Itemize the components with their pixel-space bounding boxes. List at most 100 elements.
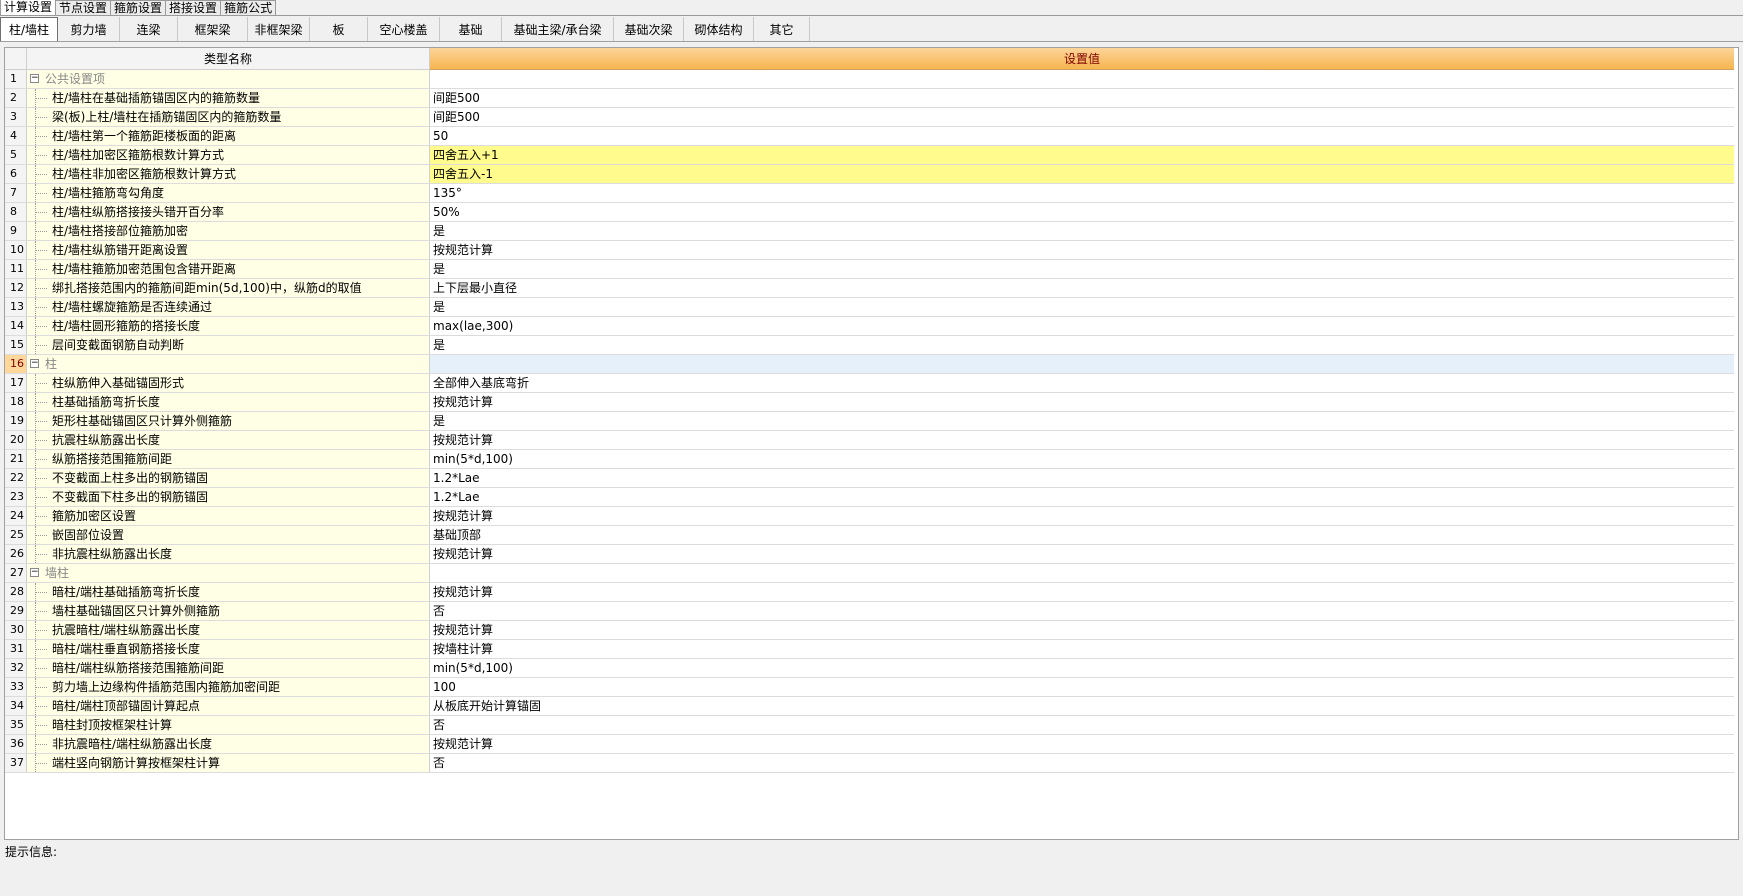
table-row[interactable]: 17 柱纵筋伸入基础锚固形式 全部伸入基底弯折 — [5, 374, 1734, 393]
collapse-icon[interactable]: − — [30, 74, 39, 83]
table-row[interactable]: 3 梁(板)上柱/墙柱在插筋锚固区内的箍筋数量 间距500 — [5, 108, 1734, 127]
setting-name-cell: 不变截面上柱多出的钢筋锚固 — [27, 469, 430, 487]
setting-name-cell: 暗柱/端柱基础插筋弯折长度 — [27, 583, 430, 601]
table-row[interactable]: 36 非抗震暗柱/端柱纵筋露出长度 按规范计算 — [5, 735, 1734, 754]
setting-value-cell[interactable]: 50% — [430, 203, 1734, 221]
setting-value-cell[interactable]: 基础顶部 — [430, 526, 1734, 544]
top-tab[interactable]: 箍筋公式 — [220, 0, 277, 15]
setting-value-cell[interactable]: 按规范计算 — [430, 735, 1734, 753]
table-row[interactable]: 13 柱/墙柱螺旋箍筋是否连续通过 是 — [5, 298, 1734, 317]
collapse-icon[interactable]: − — [30, 568, 39, 577]
setting-value-cell[interactable] — [430, 355, 1734, 373]
setting-value-cell[interactable]: 按墙柱计算 — [430, 640, 1734, 658]
table-row[interactable]: 29 墙柱基础锚固区只计算外侧箍筋 否 — [5, 602, 1734, 621]
setting-value-cell[interactable]: 是 — [430, 298, 1734, 316]
group-row[interactable]: 1− 公共设置项 — [5, 70, 1734, 89]
table-row[interactable]: 35 暗柱封顶按框架柱计算 否 — [5, 716, 1734, 735]
table-row[interactable]: 6 柱/墙柱非加密区箍筋根数计算方式 四舍五入-1 — [5, 165, 1734, 184]
setting-value-cell[interactable]: 按规范计算 — [430, 241, 1734, 259]
setting-value-cell[interactable]: 从板底开始计算锚固 — [430, 697, 1734, 715]
setting-value-cell[interactable]: 全部伸入基底弯折 — [430, 374, 1734, 392]
category-tab[interactable]: 其它 — [754, 17, 810, 41]
top-tab[interactable]: 计算设置 — [0, 0, 57, 15]
category-tab[interactable]: 框架梁 — [178, 17, 248, 41]
setting-value-cell[interactable]: 按规范计算 — [430, 545, 1734, 563]
table-row[interactable]: 23 不变截面下柱多出的钢筋锚固 1.2*Lae — [5, 488, 1734, 507]
setting-value-cell[interactable]: 50 — [430, 127, 1734, 145]
category-tab[interactable]: 基础主梁/承台梁 — [502, 17, 614, 41]
setting-value-cell[interactable]: 四舍五入-1 — [430, 165, 1734, 183]
table-row[interactable]: 26 非抗震柱纵筋露出长度 按规范计算 — [5, 545, 1734, 564]
setting-value-cell[interactable] — [430, 564, 1734, 582]
setting-value-cell[interactable]: 按规范计算 — [430, 431, 1734, 449]
setting-value-cell[interactable]: 间距500 — [430, 89, 1734, 107]
table-row[interactable]: 7 柱/墙柱箍筋弯勾角度 135° — [5, 184, 1734, 203]
table-row[interactable]: 8 柱/墙柱纵筋搭接接头错开百分率 50% — [5, 203, 1734, 222]
table-row[interactable]: 10 柱/墙柱纵筋错开距离设置 按规范计算 — [5, 241, 1734, 260]
setting-value-cell[interactable]: 上下层最小直径 — [430, 279, 1734, 297]
setting-value-cell[interactable]: 1.2*Lae — [430, 488, 1734, 506]
setting-value-cell[interactable]: 按规范计算 — [430, 621, 1734, 639]
group-row[interactable]: 16− 柱 — [5, 355, 1734, 374]
category-tab[interactable]: 非框架梁 — [248, 17, 310, 41]
category-tab[interactable]: 连梁 — [120, 17, 178, 41]
table-row[interactable]: 19 矩形柱基础锚固区只计算外侧箍筋 是 — [5, 412, 1734, 431]
setting-value-cell[interactable]: 是 — [430, 260, 1734, 278]
category-tab[interactable]: 空心楼盖 — [368, 17, 440, 41]
row-number: 33 — [5, 678, 27, 696]
setting-value-cell[interactable]: 是 — [430, 412, 1734, 430]
top-tab[interactable]: 搭接设置 — [165, 0, 222, 15]
setting-value-cell[interactable]: max(lae,300) — [430, 317, 1734, 335]
setting-value-cell[interactable]: 间距500 — [430, 108, 1734, 126]
category-tab[interactable]: 板 — [310, 17, 368, 41]
setting-value-cell[interactable]: 是 — [430, 222, 1734, 240]
table-row[interactable]: 11 柱/墙柱箍筋加密范围包含错开距离 是 — [5, 260, 1734, 279]
table-row[interactable]: 37 端柱竖向钢筋计算按框架柱计算 否 — [5, 754, 1734, 773]
table-row[interactable]: 28 暗柱/端柱基础插筋弯折长度 按规范计算 — [5, 583, 1734, 602]
setting-value-cell[interactable]: 四舍五入+1 — [430, 146, 1734, 164]
table-row[interactable]: 4 柱/墙柱第一个箍筋距楼板面的距离 50 — [5, 127, 1734, 146]
table-row[interactable]: 31 暗柱/端柱垂直钢筋搭接长度 按墙柱计算 — [5, 640, 1734, 659]
setting-value-cell[interactable]: 按规范计算 — [430, 393, 1734, 411]
top-tab[interactable]: 节点设置 — [55, 0, 112, 15]
setting-value-cell[interactable]: 135° — [430, 184, 1734, 202]
category-tab[interactable]: 基础 — [440, 17, 502, 41]
category-tab[interactable]: 基础次梁 — [614, 17, 684, 41]
table-row[interactable]: 20 抗震柱纵筋露出长度 按规范计算 — [5, 431, 1734, 450]
table-row[interactable]: 14 柱/墙柱圆形箍筋的搭接长度 max(lae,300) — [5, 317, 1734, 336]
table-row[interactable]: 15 层间变截面钢筋自动判断 是 — [5, 336, 1734, 355]
category-tab[interactable]: 柱/墙柱 — [0, 17, 58, 41]
table-row[interactable]: 25 嵌固部位设置 基础顶部 — [5, 526, 1734, 545]
table-row[interactable]: 32 暗柱/端柱纵筋搭接范围箍筋间距 min(5*d,100) — [5, 659, 1734, 678]
setting-value-cell[interactable]: min(5*d,100) — [430, 450, 1734, 468]
table-row[interactable]: 18 柱基础插筋弯折长度 按规范计算 — [5, 393, 1734, 412]
setting-value-cell[interactable]: 100 — [430, 678, 1734, 696]
collapse-icon[interactable]: − — [30, 359, 39, 368]
header-row-number — [5, 48, 27, 70]
setting-name: 柱基础插筋弯折长度 — [52, 395, 161, 409]
table-row[interactable]: 22 不变截面上柱多出的钢筋锚固 1.2*Lae — [5, 469, 1734, 488]
setting-value-cell[interactable]: 否 — [430, 716, 1734, 734]
table-row[interactable]: 9 柱/墙柱搭接部位箍筋加密 是 — [5, 222, 1734, 241]
setting-value-cell[interactable]: 按规范计算 — [430, 507, 1734, 525]
top-tab[interactable]: 箍筋设置 — [110, 0, 167, 15]
setting-value-cell[interactable]: min(5*d,100) — [430, 659, 1734, 677]
category-tab[interactable]: 砌体结构 — [684, 17, 754, 41]
group-row[interactable]: 27− 墙柱 — [5, 564, 1734, 583]
table-row[interactable]: 33 剪力墙上边缘构件插筋范围内箍筋加密间距 100 — [5, 678, 1734, 697]
table-row[interactable]: 21 纵筋搭接范围箍筋间距 min(5*d,100) — [5, 450, 1734, 469]
setting-value-cell[interactable]: 按规范计算 — [430, 583, 1734, 601]
table-row[interactable]: 34 暗柱/端柱顶部锚固计算起点 从板底开始计算锚固 — [5, 697, 1734, 716]
category-tab-bar: 柱/墙柱 剪力墙 连梁 框架梁 非框架梁板空心楼盖 基础 基础主梁/承台梁 基础次梁 砌体结构其… — [0, 17, 1743, 42]
table-row[interactable]: 5 柱/墙柱加密区箍筋根数计算方式 四舍五入+1 — [5, 146, 1734, 165]
table-row[interactable]: 12 绑扎搭接范围内的箍筋间距min(5d,100)中，纵筋d的取值 上下层最小直径 — [5, 279, 1734, 298]
setting-value-cell[interactable]: 1.2*Lae — [430, 469, 1734, 487]
category-tab[interactable]: 剪力墙 — [58, 17, 120, 41]
table-row[interactable]: 2 柱/墙柱在基础插筋锚固区内的箍筋数量 间距500 — [5, 89, 1734, 108]
setting-value-cell[interactable]: 否 — [430, 754, 1734, 772]
table-row[interactable]: 24 箍筋加密区设置 按规范计算 — [5, 507, 1734, 526]
setting-value-cell[interactable]: 是 — [430, 336, 1734, 354]
table-row[interactable]: 30 抗震暗柱/端柱纵筋露出长度 按规范计算 — [5, 621, 1734, 640]
setting-value-cell[interactable] — [430, 70, 1734, 88]
setting-value-cell[interactable]: 否 — [430, 602, 1734, 620]
